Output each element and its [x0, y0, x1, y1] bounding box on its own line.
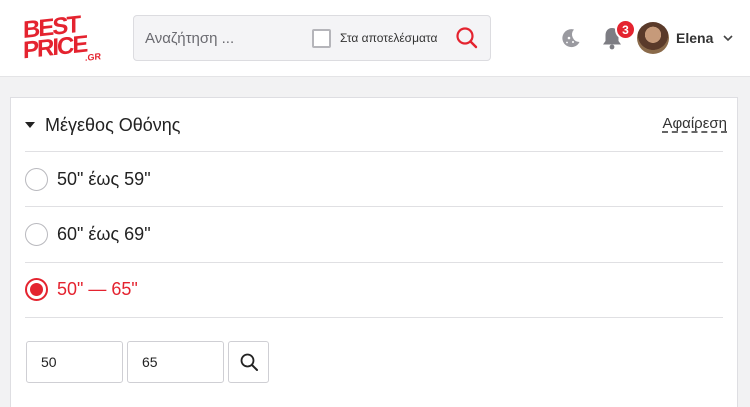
- filter-option-label: 50" έως 59": [57, 168, 151, 189]
- logo-line2: PRICE: [23, 30, 87, 65]
- divider: [25, 262, 723, 263]
- search-icon: [240, 353, 258, 371]
- chevron-down-icon[interactable]: [722, 32, 734, 44]
- divider: [25, 206, 723, 207]
- divider: [25, 151, 723, 152]
- facet-title: Μέγεθος Οθόνης: [45, 114, 181, 135]
- facet-header-toggle[interactable]: Μέγεθος Οθόνης: [25, 113, 180, 137]
- moon-stars-icon: [562, 29, 580, 48]
- search-button[interactable]: [454, 25, 480, 51]
- range-search-button[interactable]: [228, 341, 269, 383]
- search-in-results-toggle[interactable]: Στα αποτελέσματα: [312, 28, 437, 48]
- filter-option[interactable]: 60" έως 69": [25, 221, 151, 247]
- search-in-results-checkbox[interactable]: [312, 28, 331, 48]
- search-icon: [456, 27, 478, 49]
- remove-filter-link[interactable]: Αφαίρεση: [662, 115, 727, 132]
- filter-option-label: 60" έως 69": [57, 223, 151, 244]
- bestprice-logo[interactable]: BEST PRICE .GR: [23, 11, 107, 66]
- radio-button[interactable]: [25, 167, 48, 191]
- search-bar: Στα αποτελέσματα: [133, 15, 491, 61]
- radio-button[interactable]: [25, 222, 48, 246]
- theme-toggle-button[interactable]: [557, 25, 583, 51]
- top-header: BEST PRICE .GR Στα αποτελέσματα 3: [0, 0, 750, 77]
- range-max-input[interactable]: [127, 341, 224, 383]
- logo-suffix: .GR: [85, 51, 102, 63]
- notifications-count-badge: 3: [615, 19, 636, 40]
- filter-option-selected[interactable]: 50" — 65": [25, 276, 138, 302]
- filter-option[interactable]: 50" έως 59": [25, 166, 151, 192]
- divider: [25, 317, 723, 318]
- caret-down-icon: [25, 122, 35, 128]
- user-name[interactable]: Elena: [676, 30, 713, 46]
- screen-size-filter-panel: Μέγεθος Οθόνης Αφαίρεση 50" έως 59" 60" …: [10, 97, 738, 407]
- range-min-input[interactable]: [26, 341, 123, 383]
- radio-button-selected[interactable]: [25, 277, 48, 301]
- search-in-results-label: Στα αποτελέσματα: [340, 31, 438, 45]
- filter-option-label: 50" — 65": [57, 278, 138, 299]
- search-input[interactable]: [135, 17, 305, 59]
- avatar[interactable]: [637, 22, 669, 54]
